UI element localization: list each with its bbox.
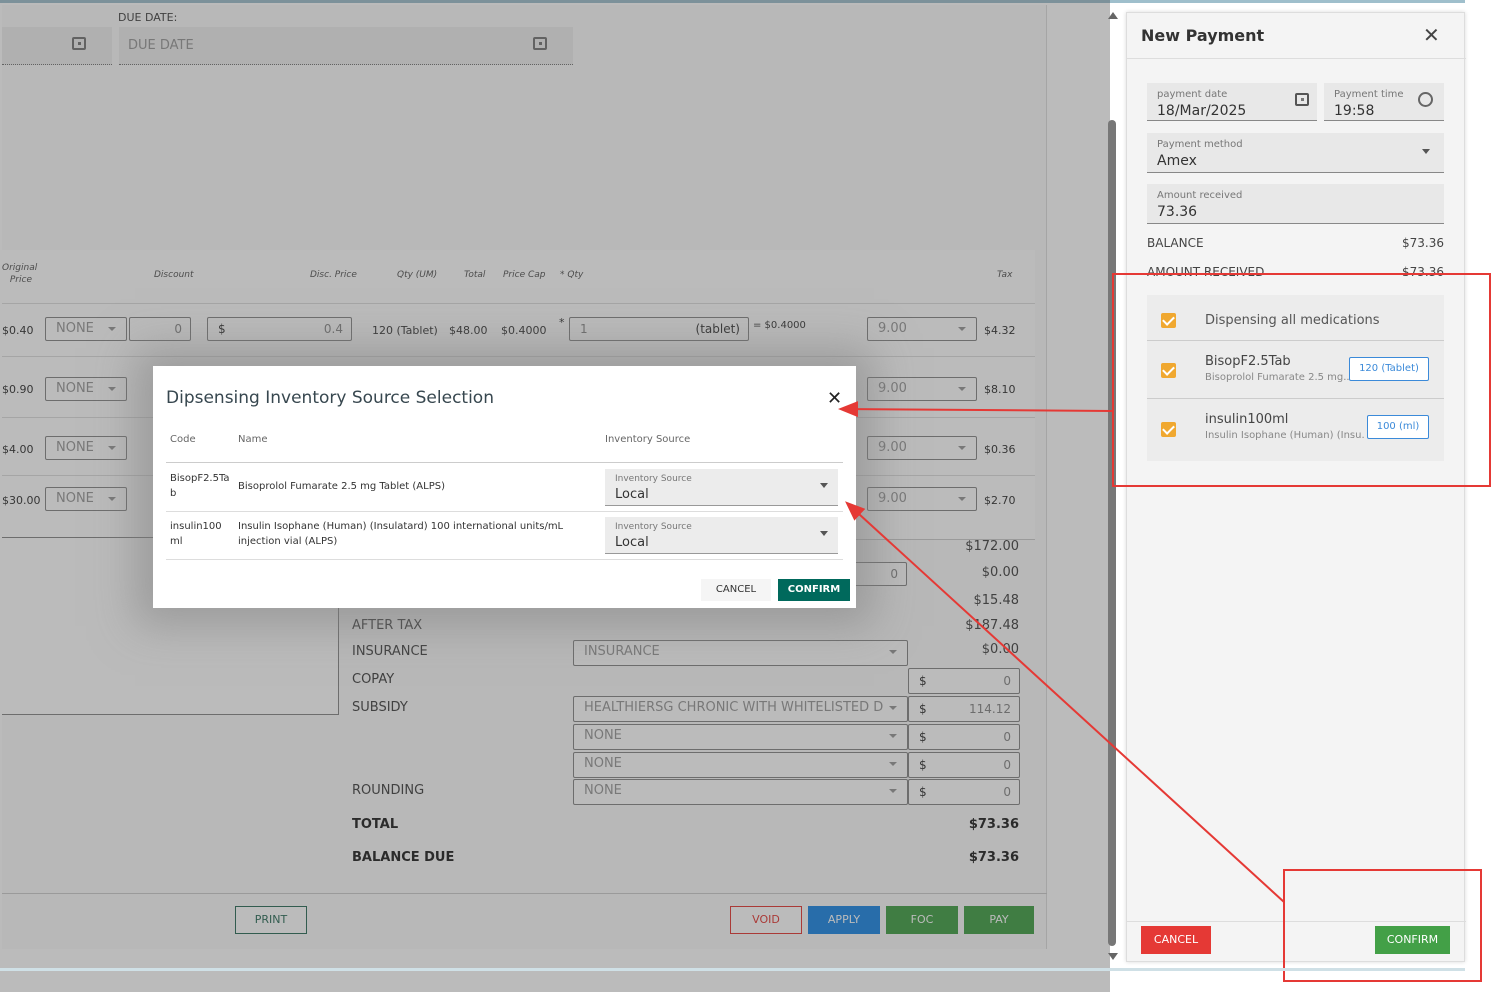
annotation-arrows [838, 401, 1285, 903]
arrow-to-dialog-select [845, 501, 1285, 903]
bottom-border [0, 968, 1465, 971]
arrow-to-dialog-close [838, 401, 1113, 418]
